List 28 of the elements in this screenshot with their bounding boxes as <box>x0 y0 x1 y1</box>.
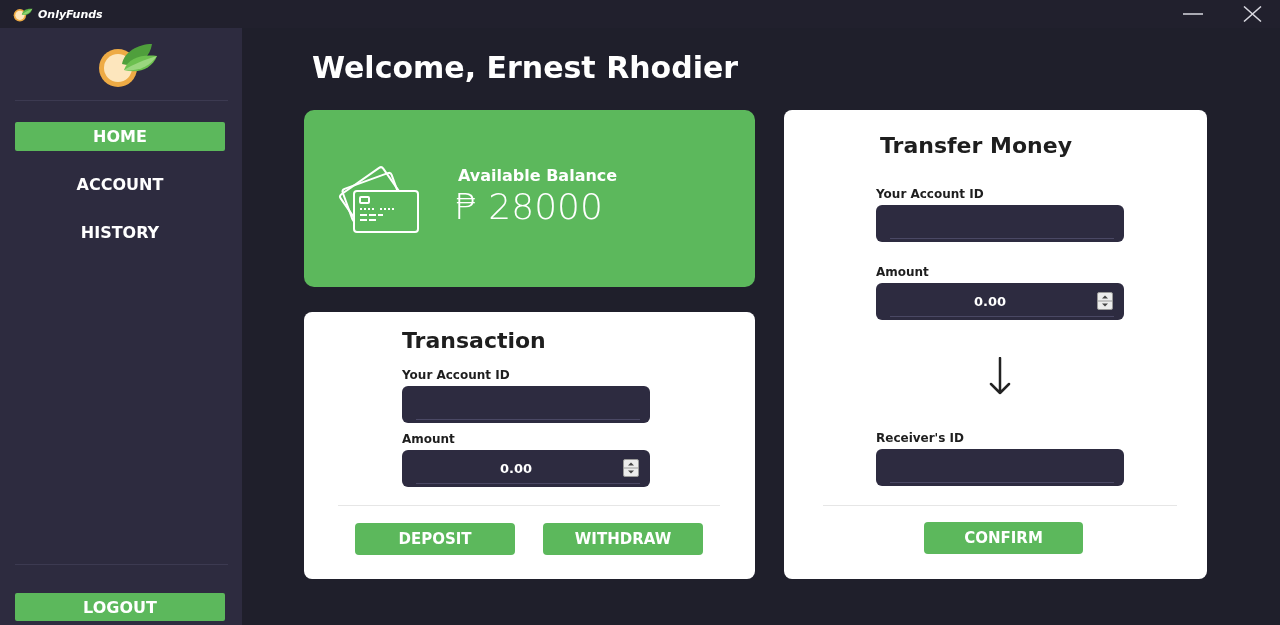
input-field[interactable] <box>876 449 1124 486</box>
card-title: Transfer Money <box>880 132 1072 160</box>
number-input-field[interactable]: 0.00 <box>402 450 650 487</box>
field-label: Your Account ID <box>876 186 984 203</box>
field-label: Your Account ID <box>402 367 510 384</box>
balance-label: Available Balance <box>458 165 618 186</box>
logout-button[interactable]: LOGOUT <box>15 593 225 621</box>
action-button[interactable]: DEPOSIT <box>355 523 515 555</box>
nav-item[interactable]: HOME <box>15 122 225 151</box>
field-label: Amount <box>876 264 929 281</box>
field-label: Amount <box>402 431 455 448</box>
down-arrow-icon <box>989 357 1011 395</box>
balance-amount: ₱ 28000 <box>454 185 603 228</box>
field-label: Receiver's ID <box>876 430 965 447</box>
action-button[interactable]: WITHDRAW <box>543 523 703 555</box>
nav-item[interactable]: ACCOUNT <box>15 170 225 199</box>
confirm-button[interactable]: CONFIRM <box>924 522 1083 554</box>
input-field[interactable] <box>876 205 1124 242</box>
welcome-heading: Welcome, Ernest Rhodier <box>312 49 739 87</box>
app-logo-icon <box>12 6 33 22</box>
number-input-field[interactable]: 0.00 <box>876 283 1124 320</box>
card-title: Transaction <box>402 327 546 355</box>
spinner-icon[interactable] <box>1097 292 1113 310</box>
window-title: OnlyFunds <box>38 7 103 21</box>
spinner-icon[interactable] <box>623 459 639 477</box>
nav-item[interactable]: HISTORY <box>15 218 225 247</box>
close-icon[interactable] <box>1243 6 1262 22</box>
input-field[interactable] <box>402 386 650 423</box>
